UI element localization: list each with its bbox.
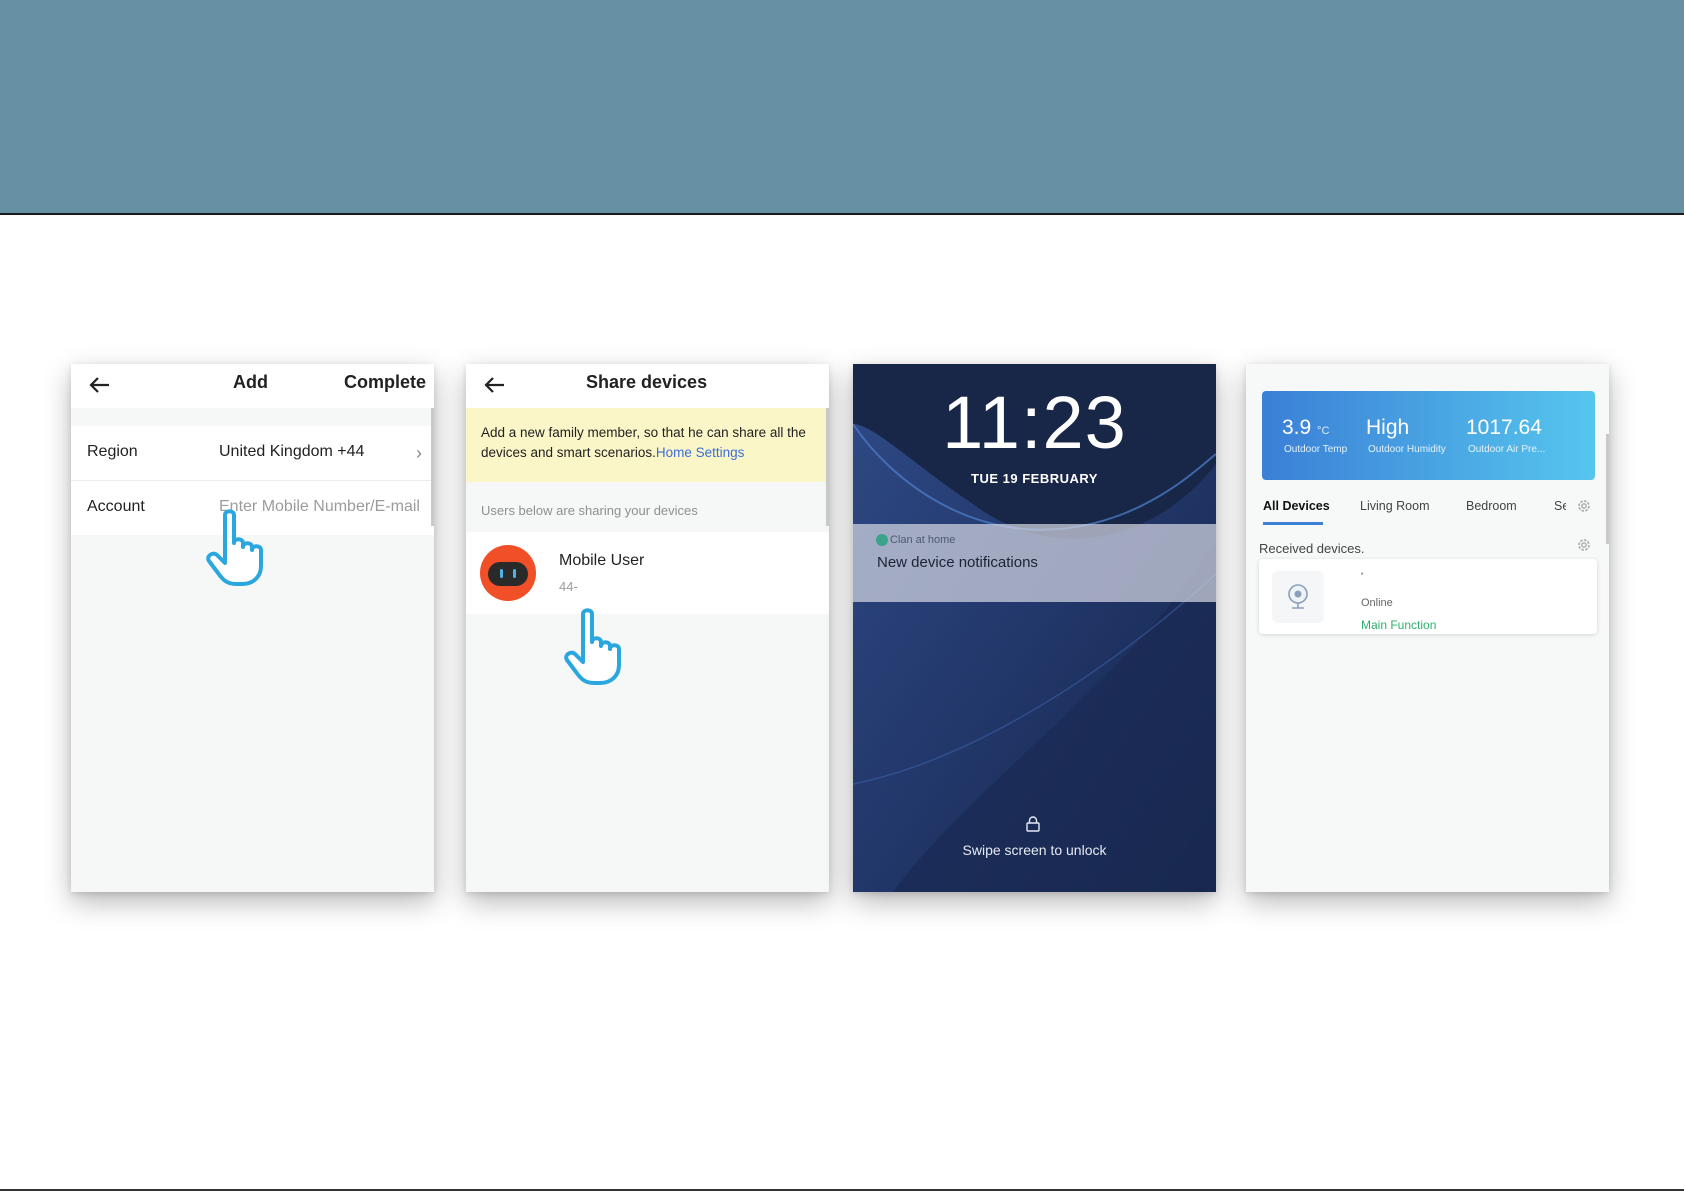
outdoor-humidity-value: High [1366, 416, 1410, 439]
device-card[interactable]: ' Online Main Function [1259, 559, 1597, 634]
air-pressure-label: Outdoor Air Pre... [1468, 444, 1546, 455]
chevron-right-icon: › [416, 443, 422, 463]
pointer-hand-icon [564, 608, 621, 685]
header-banner [0, 0, 1684, 215]
robot-avatar-icon [480, 545, 536, 601]
lockscreen-date: TUE 19 FEBRUARY [971, 471, 1098, 486]
back-arrow-icon[interactable] [89, 375, 111, 395]
device-name: ' [1361, 571, 1364, 583]
outdoor-temp-label: Outdoor Temp [1284, 444, 1348, 455]
notification-app-name: Clan at home [890, 534, 956, 546]
camera-icon [1288, 584, 1308, 609]
tab-bedroom[interactable]: Bedroom [1466, 499, 1517, 513]
gear-icon[interactable] [1576, 498, 1592, 514]
room-tabs: All Devices Living Room Bedroom Se [1246, 495, 1609, 525]
received-devices-label: Received devices. [1259, 541, 1365, 556]
section-label: Users below are sharing your devices [481, 503, 698, 518]
region-label: Region [87, 443, 138, 460]
weather-panel: 3.9 °C Outdoor Temp High Outdoor Humidit… [1262, 391, 1595, 480]
region-row[interactable]: Region United Kingdom +44 › [71, 426, 434, 480]
account-label: Account [87, 498, 145, 515]
footer-divider [0, 1189, 1684, 1191]
tab-partial[interactable]: Se [1554, 499, 1566, 513]
lock-icon [1026, 816, 1040, 832]
device-thumbnail [1272, 571, 1324, 623]
device-status: Online [1361, 597, 1393, 609]
active-tab-indicator [1263, 522, 1323, 525]
pointer-hand-icon [206, 509, 263, 586]
region-value: United Kingdom +44 [219, 443, 365, 460]
unlock-hint[interactable]: Swipe screen to unlock [853, 842, 1216, 858]
scrollbar [826, 408, 829, 526]
screen-share-devices: Share devices Add a new family member, s… [466, 364, 829, 892]
home-settings-link[interactable]: Home Settings [656, 445, 745, 460]
page-title: Share devices [586, 372, 708, 392]
screen-devices: 3.9 °C Outdoor Temp High Outdoor Humidit… [1246, 364, 1609, 892]
scrollbar [1606, 434, 1609, 544]
info-notice: Add a new family member, so that he can … [466, 408, 829, 482]
screen-add-member: Add Complete Region United Kingdom +44 ›… [71, 364, 434, 892]
member-list-item[interactable]: Mobile User 44- [466, 532, 829, 614]
complete-button[interactable]: Complete [344, 372, 426, 393]
tab-all-devices[interactable]: All Devices [1263, 499, 1330, 513]
screen-lock: 11:23 TUE 19 FEBRUARY Clan at home New d… [853, 364, 1216, 892]
outdoor-humidity-label: Outdoor Humidity [1368, 444, 1446, 455]
page-title: Add [233, 372, 268, 392]
member-name: Mobile User [559, 552, 645, 569]
top-bar: Add Complete [71, 364, 434, 408]
member-phone: 44- [559, 579, 578, 594]
scrollbar [431, 408, 434, 526]
app-icon [876, 534, 888, 546]
notification-title: New device notifications [877, 554, 1038, 571]
notice-text: Add a new family member, so that he can … [481, 425, 806, 460]
top-bar: Share devices [466, 364, 829, 408]
notification-card[interactable]: Clan at home New device notifications [853, 524, 1216, 602]
outdoor-temp-value: 3.9 °C [1282, 416, 1330, 439]
back-arrow-icon[interactable] [484, 375, 506, 395]
lockscreen-clock: 11:23 [942, 381, 1127, 464]
gear-icon[interactable] [1576, 537, 1592, 553]
main-function-link[interactable]: Main Function [1361, 618, 1436, 632]
air-pressure-value: 1017.64 [1466, 416, 1542, 439]
tab-living-room[interactable]: Living Room [1360, 499, 1429, 513]
